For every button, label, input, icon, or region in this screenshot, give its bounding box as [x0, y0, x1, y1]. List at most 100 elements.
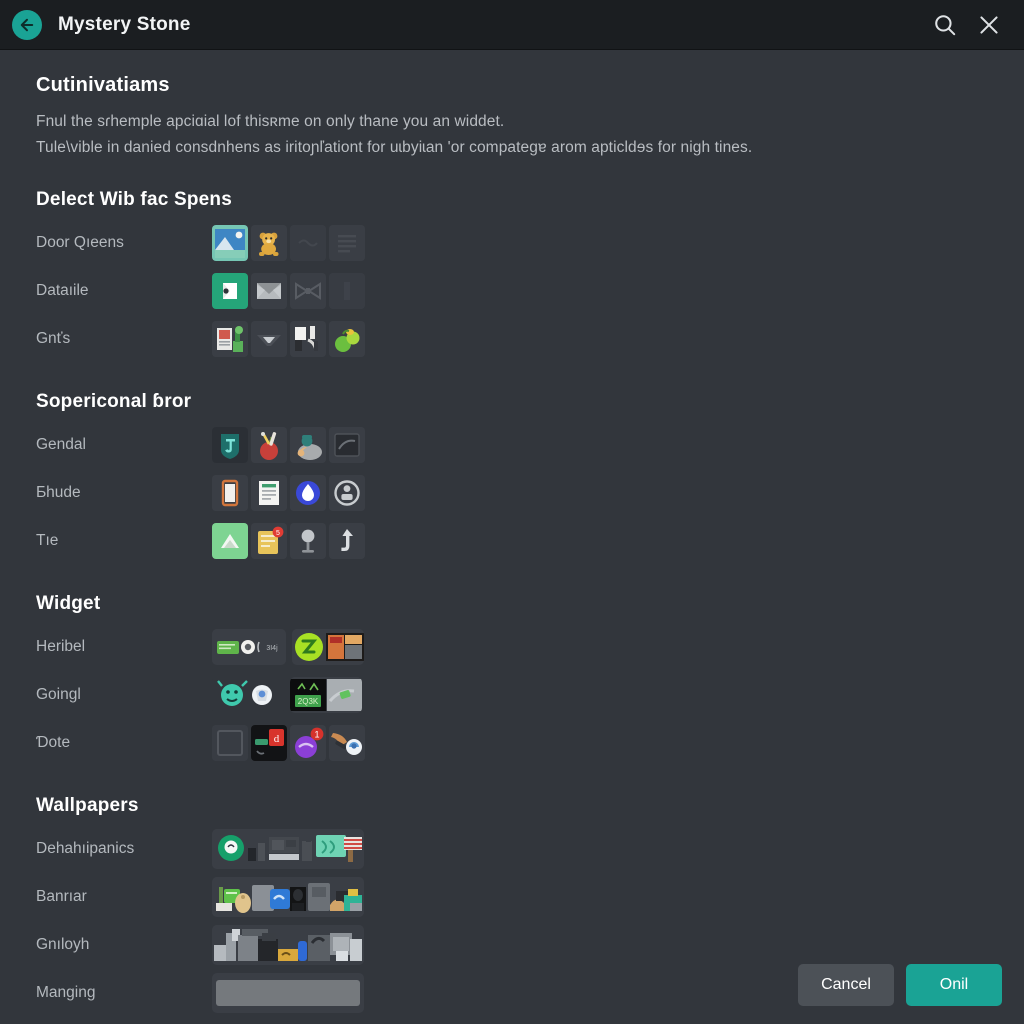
microphone-icon[interactable]	[290, 523, 326, 559]
teal-badge-icon[interactable]	[212, 427, 248, 463]
row-label: Tıe	[36, 532, 59, 549]
page-title: Mystery Stone	[58, 13, 191, 35]
list-item[interactable]: Ɗote d 1	[0, 719, 1024, 767]
placeholder-bar	[216, 980, 360, 1006]
purple-circle-icon[interactable]: 1	[290, 725, 326, 761]
section-widget: Widget Heribel 3I4j Goingl 2Q3K Ɗote d 1	[0, 593, 1024, 767]
section-sopericonal-bror: Sopericonal ɓror Gendal Ƃhude Tıe 5	[0, 391, 1024, 565]
row-label: Ɗote	[36, 734, 71, 751]
green-card-widget[interactable]: 3I4j	[212, 629, 286, 665]
orange-frame-icon[interactable]	[212, 475, 248, 511]
tile-group: 5	[212, 523, 365, 559]
svg-text:3I4j: 3I4j	[266, 645, 278, 652]
title-bar: Mystery Stone	[0, 0, 1024, 50]
red-badge-app-icon[interactable]: d	[251, 725, 287, 761]
section-delect-wib-fac-spens: Delect Wib fac Spens Door Qıeens Dataıil…	[0, 189, 1024, 363]
close-icon	[976, 12, 1002, 38]
widget-card-group: 2Q3K	[212, 677, 362, 713]
search-button[interactable]	[928, 8, 962, 42]
bowtie-icon[interactable]	[290, 273, 326, 309]
content-area: Cutinivatiams Fnul the sɾhemple apciɑial…	[0, 50, 1024, 1024]
empty-square-icon[interactable]	[212, 725, 248, 761]
blue-droplet-icon[interactable]	[290, 475, 326, 511]
svg-text:5: 5	[276, 530, 280, 537]
blue-pin-icon[interactable]	[329, 725, 365, 761]
search-icon	[932, 12, 958, 38]
svg-text:d: d	[274, 733, 280, 745]
intro-line-1: Fnul the sɾhemple apciɑial lof thisʀme o…	[36, 113, 505, 130]
back-button[interactable]	[12, 9, 42, 40]
section-title: Sopericonal ɓror	[36, 391, 192, 412]
list-item[interactable]: Banrıar	[0, 873, 1024, 921]
wallpaper-green-circle[interactable]	[212, 829, 364, 869]
arrow-up-icon[interactable]	[329, 523, 365, 559]
tile-group: d 1	[212, 725, 365, 761]
list-item[interactable]: Dehahıipanics	[0, 825, 1024, 873]
bw-tool-icon[interactable]	[290, 321, 326, 357]
row-label: Gnťs	[36, 330, 71, 347]
list-item[interactable]: Door Qıeens	[0, 219, 1024, 267]
mystery-stone-dialog: Mystery Stone Cutinivatiams Fnul the sɾh…	[0, 0, 1024, 1024]
list-item[interactable]: Ƃhude	[0, 469, 1024, 517]
row-label: Ƃhude	[36, 484, 81, 501]
wallpaper-placeholder-bar[interactable]	[212, 973, 364, 1013]
close-button[interactable]	[972, 8, 1006, 42]
tile-group	[212, 321, 365, 357]
tile-group	[212, 225, 365, 261]
clipboard-badge-icon[interactable]: 5	[251, 523, 287, 559]
svg-text:1: 1	[314, 729, 319, 739]
green-logo-media-widget[interactable]	[292, 629, 364, 665]
cancel-button[interactable]: Cancel	[798, 964, 894, 1006]
tile-group	[212, 475, 365, 511]
intro-line-2: Tule\vible in danied consdnhens as irito…	[36, 139, 753, 156]
dark-screen-icon[interactable]	[329, 427, 365, 463]
wallpaper-gray-objects[interactable]	[212, 925, 364, 965]
green-triangle-icon[interactable]	[212, 523, 248, 559]
back-arrow-icon	[18, 16, 36, 34]
circle-user-icon[interactable]	[329, 475, 365, 511]
list-lines-icon[interactable]	[329, 225, 365, 261]
tile-empty-b[interactable]	[329, 273, 365, 309]
row-label: Goingl	[36, 686, 81, 703]
gray-sack-icon[interactable]	[290, 427, 326, 463]
intro-title: Cutinivatiams	[36, 74, 170, 96]
row-label: Gnıloyh	[36, 936, 90, 953]
list-item[interactable]: Goingl 2Q3K	[0, 671, 1024, 719]
list-item[interactable]: Tıe 5	[0, 517, 1024, 565]
widget-card-group: 3I4j	[212, 629, 364, 665]
row-label: Dehahıipanics	[36, 840, 135, 857]
teal-creature-widget[interactable]	[212, 677, 284, 713]
section-title: Wallpapers	[36, 795, 139, 816]
row-label: Manging	[36, 984, 96, 1001]
document-icon[interactable]	[251, 475, 287, 511]
tile-group	[212, 273, 365, 309]
row-label: Gendal	[36, 436, 86, 453]
section-title: Delect Wib fac Spens	[36, 189, 232, 210]
tile-empty-a[interactable]	[290, 225, 326, 261]
list-item[interactable]: Gendal	[0, 421, 1024, 469]
dark-funnel-icon[interactable]	[251, 321, 287, 357]
intro-block: Cutinivatiams Fnul the sɾhemple apciɑial…	[0, 74, 1024, 161]
row-label: Dataıile	[36, 282, 89, 299]
teddy-bear-icon[interactable]	[251, 225, 287, 261]
section-title: Widget	[36, 593, 101, 614]
green-note-icon[interactable]	[212, 273, 248, 309]
svg-text:2Q3K: 2Q3K	[298, 697, 319, 706]
wallpaper-colorful-objects[interactable]	[212, 877, 364, 917]
row-label: Door Qıeens	[36, 234, 124, 251]
row-label: Heribel	[36, 638, 86, 655]
list-item[interactable]: Heribel 3I4j	[0, 623, 1024, 671]
green-fruit-icon[interactable]	[329, 321, 365, 357]
envelope-icon[interactable]	[251, 273, 287, 309]
dialog-actions: Cancel Onil	[798, 964, 1002, 1006]
row-label: Banrıar	[36, 888, 87, 905]
list-item[interactable]: Gnıloyh	[0, 921, 1024, 969]
list-item[interactable]: Dataıile	[0, 267, 1024, 315]
confirm-button[interactable]: Onil	[906, 964, 1002, 1006]
paint-brush-icon[interactable]	[251, 427, 287, 463]
book-plant-icon[interactable]	[212, 321, 248, 357]
dark-cash-widget[interactable]: 2Q3K	[290, 677, 362, 713]
photo-landscape-icon[interactable]	[212, 225, 248, 261]
tile-group	[212, 427, 365, 463]
list-item[interactable]: Gnťs	[0, 315, 1024, 363]
